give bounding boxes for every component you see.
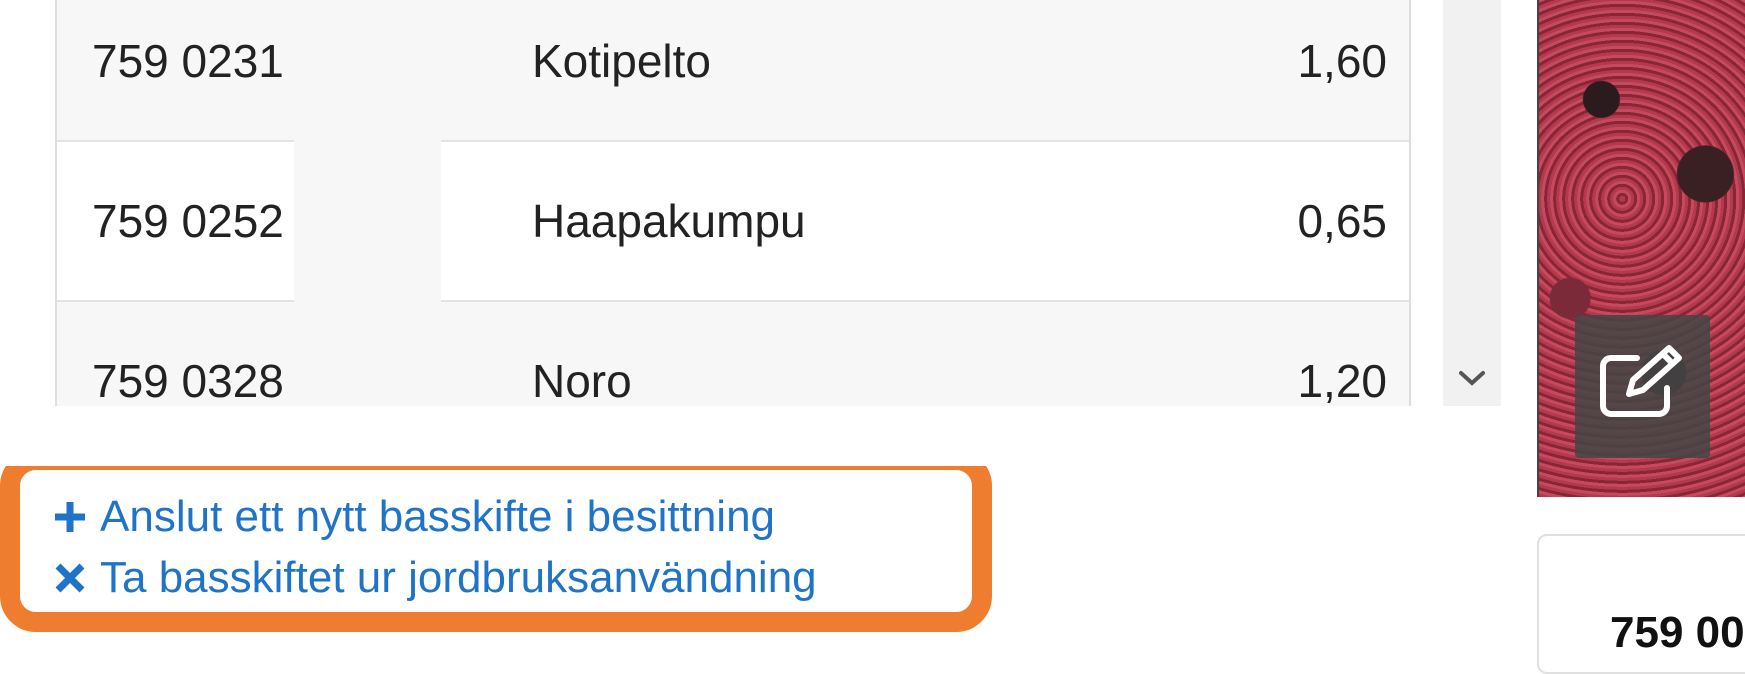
parcel-id: 759 0328 xyxy=(92,355,284,406)
remove-parcel-label: Ta basskiftet ur jordbruksanvändning xyxy=(100,553,817,602)
table-scrollbar[interactable] xyxy=(1443,0,1501,406)
parcel-id: 759 0231 xyxy=(92,35,284,87)
parcel-table: 759 0231 Kotipelto 1,60 759 0252 Haapaku… xyxy=(55,0,1411,406)
table-row[interactable]: 759 0328 Noro 1,20 xyxy=(57,302,1409,406)
table-row[interactable]: 759 0231 Kotipelto 1,60 xyxy=(57,0,1409,142)
add-parcel-link[interactable]: Anslut ett nytt basskifte i besittning xyxy=(50,492,775,542)
parcel-id: 759 0252 xyxy=(92,195,284,247)
add-parcel-label: Anslut ett nytt basskifte i besittning xyxy=(100,492,776,541)
edit-icon xyxy=(1593,344,1693,429)
table-row[interactable]: 759 0252 Haapakumpu 0,65 xyxy=(57,142,1409,302)
plus-icon xyxy=(50,499,90,535)
parcel-name: Noro xyxy=(532,355,632,406)
parcel-card-title: 759 00 xyxy=(1610,608,1745,657)
close-icon xyxy=(50,562,90,594)
chevron-down-icon[interactable] xyxy=(1443,350,1501,406)
parcel-area: 0,65 xyxy=(1297,195,1387,247)
parcel-area: 1,60 xyxy=(1297,35,1387,87)
parcel-name: Kotipelto xyxy=(532,35,712,87)
remove-parcel-link[interactable]: Ta basskiftet ur jordbruksanvändning xyxy=(50,553,817,603)
column-divider xyxy=(294,0,441,406)
parcel-area: 1,20 xyxy=(1297,355,1387,406)
table-bottom-edge xyxy=(0,406,1500,466)
edit-button[interactable] xyxy=(1575,315,1710,458)
parcel-name: Haapakumpu xyxy=(532,195,806,247)
